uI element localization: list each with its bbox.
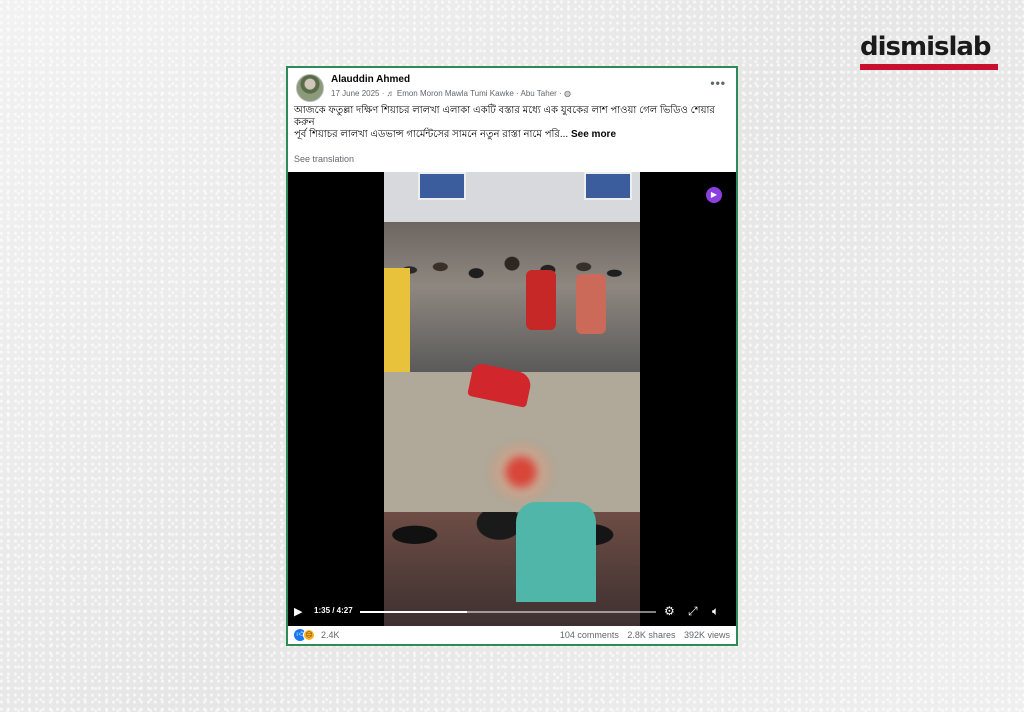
logo-text: dismislab [860,32,992,62]
see-translation-link[interactable]: See translation [294,154,354,164]
fullscreen-icon[interactable]: ⤢ [688,604,698,619]
comments-count[interactable]: 104 comments [560,630,619,640]
building-window [584,172,632,200]
volume-icon[interactable]: 🔈︎ [712,604,719,619]
camera-icon[interactable]: ▶ [706,187,722,203]
globe-icon: ◍ [563,89,571,98]
dismislab-logo: dismislab [860,32,998,70]
shares-count[interactable]: 2.8K shares [627,630,675,640]
settings-icon[interactable]: ⚙ [664,604,675,618]
post-text-line2-wrap: পূর্ব শিয়াচর লালখা এডভান্স গার্মেন্টসের… [294,129,728,141]
post-text-line2: পূর্ব শিয়াচর লালখা এডভান্স গার্মেন্টসের… [294,129,569,140]
video-player[interactable]: ▶ ▶ 1:35 / 4:27 ⚙ ⤢ 🔈︎ [288,172,736,626]
logo-underline [860,64,998,70]
video-controls: ▶ 1:35 / 4:27 ⚙ ⤢ 🔈︎ [288,598,736,626]
post-stats: 104 comments 2.8K shares 392K views [554,630,730,640]
person-teal-shirt [516,502,596,602]
facebook-post: Alauddin Ahmed 17 June 2025 · ♬ Emon Mor… [286,66,738,646]
post-text-line1: আজকে ফতুল্লা দক্ষিণ শিয়াচর লালখা এলাকা … [294,105,715,128]
post-footer: 👍︎ ☹ 2.4K 104 comments 2.8K shares 392K … [288,626,736,646]
post-meta: 17 June 2025 · ♬ Emon Moron Mawla Tumi K… [331,89,571,98]
avatar[interactable] [296,74,324,102]
play-icon[interactable]: ▶ [294,605,302,618]
person-red-shirt [526,270,556,330]
reaction-count[interactable]: 2.4K [321,630,340,640]
progress-bar[interactable] [360,611,656,613]
post-date[interactable]: 17 June 2025 [331,89,380,98]
see-more-link[interactable]: See more [571,129,616,140]
video-frame [384,172,640,626]
person-pink-shirt [576,274,606,334]
views-count: 392K views [683,630,730,640]
audio-title[interactable]: Emon Moron Mawla Tumi Kawke [397,89,514,98]
audio-artist[interactable]: Abu Taher [520,89,556,98]
sad-reaction-icon[interactable]: ☹ [303,629,315,641]
music-note-icon: ♬ [386,89,395,98]
building-window [418,172,466,200]
progress-fill [360,611,467,613]
person-yellow [384,268,410,378]
more-options-icon[interactable]: ••• [710,76,726,90]
blurred-area [488,442,554,502]
author-name[interactable]: Alauddin Ahmed [331,74,410,85]
post-header: Alauddin Ahmed 17 June 2025 · ♬ Emon Mor… [294,72,730,102]
post-text: আজকে ফতুল্লা দক্ষিণ শিয়াচর লালখা এলাকা … [294,105,728,141]
video-time: 1:35 / 4:27 [314,606,353,615]
